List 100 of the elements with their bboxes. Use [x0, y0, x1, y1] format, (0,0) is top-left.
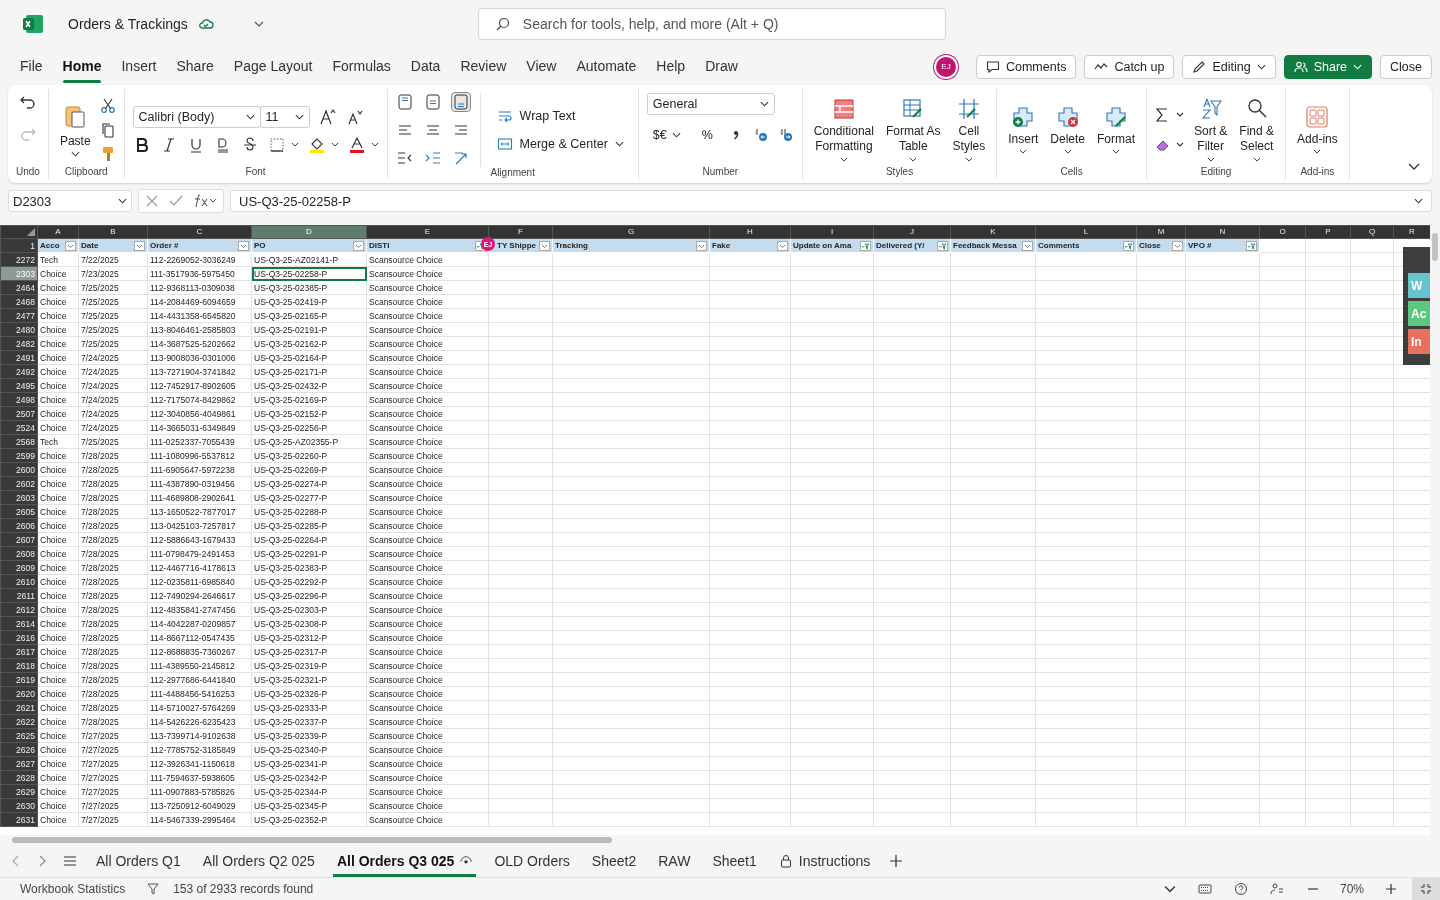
editing-mode-button[interactable]: Editing	[1182, 54, 1276, 79]
name-box[interactable]: D2303	[8, 190, 132, 212]
column-header[interactable]: L	[1035, 225, 1137, 239]
middle-align-icon[interactable]	[423, 93, 442, 111]
filter-applied-icon[interactable]	[1123, 240, 1134, 251]
filter-applied-icon[interactable]	[1246, 240, 1257, 251]
filter-dropdown-icon[interactable]	[1022, 240, 1033, 251]
ribbon-tab[interactable]: View	[518, 50, 565, 83]
column-header[interactable]: D	[251, 225, 367, 239]
sheet-tab[interactable]: Sheet1	[708, 845, 761, 877]
column-header[interactable]: K	[950, 225, 1036, 239]
styles-button[interactable]: Format As Table	[882, 95, 944, 164]
wrap-text-button[interactable]: Wrap Text	[490, 107, 582, 125]
sheet-tab[interactable]: OLD Orders	[490, 845, 574, 877]
share-button[interactable]: Share	[1283, 54, 1373, 79]
column-header[interactable]: B	[78, 225, 148, 239]
copy-icon[interactable]	[99, 121, 116, 138]
column-header[interactable]: G	[552, 225, 710, 239]
horizontal-scrollbar[interactable]	[0, 835, 1440, 845]
column-header[interactable]: R	[1393, 225, 1430, 239]
filter-applied-icon[interactable]	[937, 240, 948, 251]
expand-ribbon-icon[interactable]	[1408, 163, 1420, 171]
excel-logo-icon[interactable]	[22, 14, 44, 34]
paste-button[interactable]: Paste	[56, 100, 94, 159]
column-header[interactable]: E	[366, 225, 489, 239]
top-align-icon[interactable]	[395, 93, 414, 111]
chevron-down-icon[interactable]	[253, 21, 264, 27]
insert-function-icon[interactable]	[193, 194, 217, 208]
column-header[interactable]: C	[147, 225, 252, 239]
filter-dropdown-icon[interactable]	[353, 240, 364, 251]
search-field[interactable]: Search for tools, help, and more (Alt + Q)	[477, 8, 946, 40]
column-header[interactable]: F	[488, 225, 553, 239]
ribbon-tab[interactable]: Draw	[697, 50, 746, 83]
sort-filter-button[interactable]: Sort & Filter	[1191, 95, 1231, 164]
ribbon-tab[interactable]: Data	[402, 50, 449, 83]
increase-font-size-icon[interactable]	[318, 107, 337, 126]
zoom-level[interactable]: 70%	[1339, 882, 1364, 896]
add-sheet-icon[interactable]	[888, 853, 905, 869]
sheet-tab[interactable]: Instructions	[774, 845, 875, 877]
sheet-tab[interactable]: All Orders Q3 025	[332, 845, 477, 877]
filter-dropdown-icon[interactable]	[65, 240, 76, 251]
cancel-icon[interactable]	[145, 194, 159, 208]
workbook-statistics-link[interactable]: Workbook Statistics	[20, 882, 126, 896]
ribbon-tab[interactable]: Insert	[113, 50, 165, 83]
column-header[interactable]: I	[790, 225, 874, 239]
filter-dropdown-icon[interactable]	[539, 240, 550, 251]
styles-button[interactable]: Cell Styles	[949, 95, 989, 164]
format-button[interactable]: Format	[1094, 103, 1138, 156]
currency-format-button[interactable]: $€	[646, 127, 687, 143]
ribbon-tab[interactable]: Home	[54, 50, 110, 83]
column-header[interactable]: J	[873, 225, 951, 239]
font-size-dropdown[interactable]: 11	[259, 105, 310, 128]
comments-button[interactable]: Comments	[975, 54, 1077, 79]
autosum-icon[interactable]	[1155, 106, 1185, 123]
sheet-tab[interactable]: RAW	[654, 845, 695, 877]
merge-center-button[interactable]: Merge & Center	[490, 135, 630, 153]
zoom-in-icon[interactable]	[1384, 882, 1398, 896]
enter-icon[interactable]	[169, 194, 183, 208]
delete-button[interactable]: Delete	[1047, 103, 1088, 156]
insert-button[interactable]: Insert	[1005, 103, 1042, 156]
filter-dropdown-icon[interactable]	[777, 240, 788, 251]
font-family-dropdown[interactable]: Calibri (Body)	[132, 105, 261, 128]
bottom-align-icon[interactable]	[451, 93, 470, 111]
ribbon-tab[interactable]: Page Layout	[225, 50, 321, 83]
user-avatar[interactable]: EJ	[935, 56, 956, 77]
help-icon[interactable]	[1233, 882, 1248, 896]
ribbon-tab[interactable]: Help	[648, 50, 694, 83]
chevron-down-icon[interactable]	[330, 142, 339, 147]
select-all-icon[interactable]	[27, 228, 35, 236]
chevron-down-icon[interactable]	[290, 142, 299, 147]
column-header[interactable]: O	[1259, 225, 1306, 239]
fit-view-button[interactable]	[1412, 878, 1440, 900]
decrease-decimal-icon[interactable]	[752, 127, 769, 143]
chevron-down-icon[interactable]	[1163, 883, 1176, 895]
sheet-tab[interactable]: Sheet2	[587, 845, 641, 877]
column-header[interactable]: P	[1305, 225, 1351, 239]
column-header[interactable]: A	[37, 225, 79, 239]
styles-button[interactable]: Conditional Formatting	[810, 95, 877, 164]
percent-format-button[interactable]: %	[695, 127, 719, 143]
filter-dropdown-icon[interactable]	[134, 240, 145, 251]
keyboard-icon[interactable]	[1197, 882, 1212, 896]
column-header[interactable]: Q	[1350, 225, 1394, 239]
ribbon-tab[interactable]: Review	[452, 50, 515, 83]
ribbon-tab[interactable]: Formulas	[324, 50, 399, 83]
borders-icon[interactable]	[267, 135, 286, 154]
document-title[interactable]: Orders & Trackings	[68, 16, 188, 32]
column-header[interactable]: M	[1136, 225, 1186, 239]
find-select-button[interactable]: Find & Select	[1236, 95, 1278, 164]
menu-icon[interactable]	[62, 853, 78, 869]
sheet-tab[interactable]: All Orders Q1	[92, 845, 185, 877]
cut-icon[interactable]	[99, 97, 116, 114]
catch-up-button[interactable]: Catch up	[1084, 54, 1175, 79]
sheet-tab[interactable]: All Orders Q2 025	[198, 845, 319, 877]
close-button[interactable]: Close	[1380, 54, 1432, 79]
filter-applied-icon[interactable]	[860, 240, 871, 251]
column-header[interactable]: N	[1185, 225, 1260, 239]
accessibility-icon[interactable]	[1269, 882, 1284, 896]
filter-dropdown-icon[interactable]	[1172, 240, 1183, 251]
add-ins-button[interactable]: Add-ins	[1294, 103, 1341, 156]
formula-field[interactable]: US-Q3-25-02258-P	[230, 190, 1432, 212]
